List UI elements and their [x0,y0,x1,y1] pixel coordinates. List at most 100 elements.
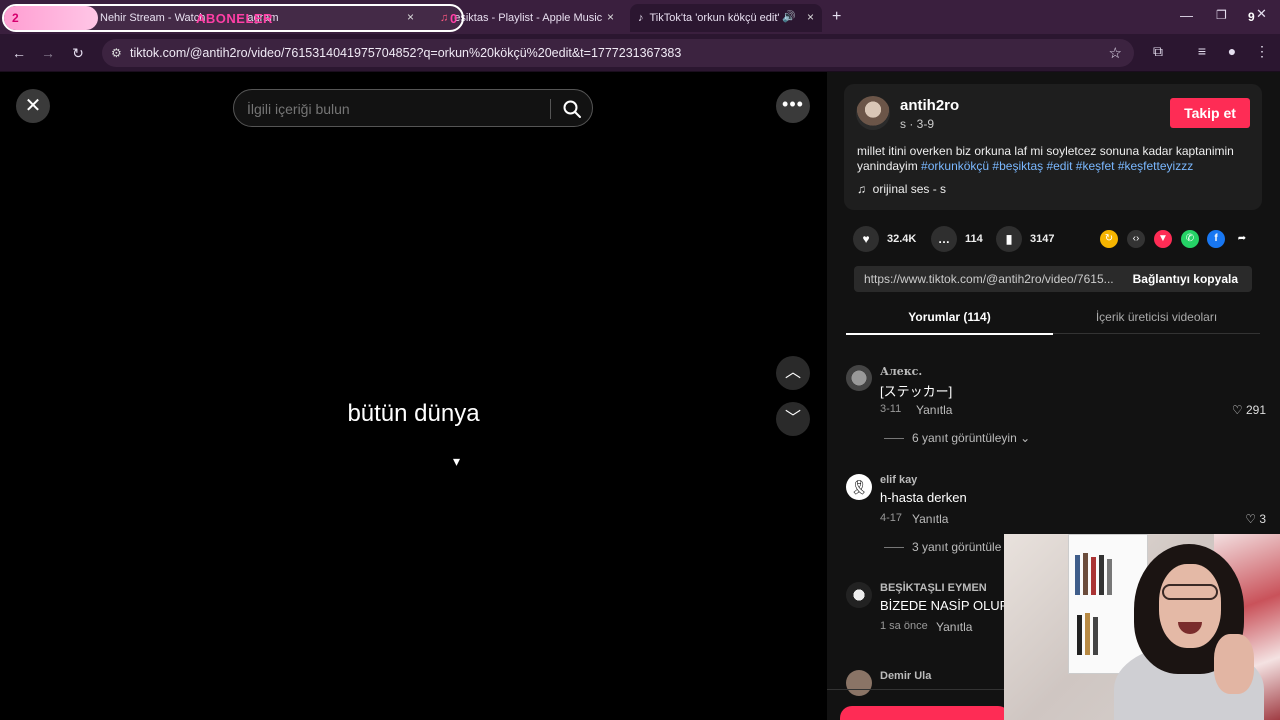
new-tab-button[interactable]: + [832,8,841,26]
commenter-avatar[interactable] [846,365,872,391]
comment-date: 1 sa önce [880,620,928,632]
comment-like[interactable]: ♡ 3 [1245,512,1266,526]
more-options-button[interactable]: ••• [776,89,810,123]
restore-icon[interactable]: ❐ [1216,8,1227,22]
post-info-card: antih2ro s · 3-9 Takip et millet itini o… [844,84,1262,210]
extensions-icon[interactable]: ⧉ [1148,43,1168,63]
video-caption: bütün dünya [347,400,480,427]
tab-title: TikTok'ta 'orkun kökçü edit' [649,12,780,24]
heart-icon[interactable]: ♥ [853,226,879,252]
comment-like-count: 291 [1245,403,1266,417]
video-player[interactable]: ✕ ••• bütün dünya ▾ ︿ ﹀ [0,72,827,720]
view-replies-label: 6 yanıt görüntüleyin [912,431,1017,445]
sound-name[interactable]: orijinal ses - s [873,182,946,196]
url-text[interactable]: tiktok.com/@antih2ro/video/7615314041975… [130,46,681,60]
comment-date: 4-17 [880,512,903,524]
previous-video-button[interactable]: ︿ [776,356,810,390]
tab-comments[interactable]: Yorumlar (114) [846,310,1053,324]
post-actions: ♥ 32.4K … 114 ▮ 3147 ↻ ‹› ▼ ✆ f ➦ [853,226,1263,252]
forward-icon[interactable]: → [37,42,59,64]
tab-creator-videos[interactable]: İçerik üreticisi videoları [1053,310,1260,324]
close-icon[interactable]: × [807,10,814,24]
tab-tiktok[interactable]: ♪ TikTok'ta 'orkun kökçü edit' 🔊 × [630,4,822,32]
comment-item: Алекс. [ステッカー] 3-11 Yanıtla ♡ 291 6 yanı… [846,365,1266,455]
streamer-hand [1214,634,1254,694]
reload-icon[interactable]: ↻ [67,42,89,64]
speaker-icon[interactable]: 🔊 [782,10,796,23]
comment-text: h-hasta derken [880,490,967,505]
view-replies-button[interactable]: 3 yanıt görüntüle [884,540,1001,554]
commenter-name[interactable]: Алекс. [880,365,922,378]
music-note-icon: ♫ [857,182,866,196]
tiktok-icon: ♪ [638,12,644,24]
related-search-box[interactable] [233,89,593,127]
streamer-face [1159,564,1221,648]
like-action[interactable]: ♥ 32.4K [853,226,916,252]
reply-button[interactable]: Yanıtla [912,512,948,526]
corner-counter: 9 [1248,10,1255,24]
back-icon[interactable]: ← [8,42,30,64]
commenter-name[interactable]: Demir Ula [880,670,931,682]
comment-text: BİZEDE NASİP OLUR İ [880,598,1017,613]
reply-button[interactable]: Yanıtla [936,620,972,634]
menu-icon[interactable]: ⋮ [1252,43,1272,63]
commenter-avatar[interactable] [846,670,872,696]
tab-title: esiktas - Playlist - Apple Music [454,12,603,24]
comment-like-count: 3 [1259,512,1266,526]
address-bar[interactable]: ⚙ tiktok.com/@antih2ro/video/76153140419… [102,39,1134,67]
media-controls-icon[interactable]: ≡ [1192,43,1212,63]
author-username[interactable]: antih2ro [900,97,959,114]
browser-toolbar: ← → ↻ ⚙ tiktok.com/@antih2ro/video/76153… [0,34,1280,72]
search-icon[interactable] [561,98,583,120]
close-icon[interactable]: × [607,10,614,24]
commenter-name[interactable]: BEŞİKTAŞLI EYMEN [880,582,987,594]
author-meta: s · 3-9 [900,117,935,131]
send-icon[interactable]: ▼ [1154,230,1172,248]
description-hashtags[interactable]: #orkunkökçü #beşiktaş #edit #keşfet #keş… [921,159,1193,173]
comment-text: [ステッカー] [880,384,953,399]
search-input[interactable] [247,101,537,117]
share-link-box: https://www.tiktok.com/@antih2ro/video/7… [854,266,1252,292]
minimize-icon[interactable]: — [1180,8,1193,23]
view-replies-button[interactable]: 6 yanıt görüntüleyin ⌄ [884,431,1030,445]
sound-link[interactable]: ♫ orijinal ses - s [857,182,946,196]
comment-icon[interactable]: … [931,226,957,252]
next-video-button[interactable]: ﹀ [776,402,810,436]
share-arrow-icon[interactable]: ➦ [1233,230,1251,248]
comment-submit-button[interactable] [840,706,1010,720]
site-info-icon[interactable]: ⚙ [111,46,122,60]
like-count: 32.4K [887,233,917,245]
stream-overlay-counter: 2 [4,6,98,30]
mouse-cursor: ▾ [453,453,461,469]
stream-overlay-label: ABONELER [196,11,273,26]
post-description: millet itini overken biz orkuna laf mi s… [857,144,1257,174]
follow-button[interactable]: Takip et [1170,98,1250,128]
comment-count: 114 [965,233,983,245]
reply-button[interactable]: Yanıtla [916,403,952,417]
save-action[interactable]: ▮ 3147 [996,226,1054,252]
embed-icon[interactable]: ‹› [1127,230,1145,248]
view-replies-label: 3 yanıt görüntüle [912,540,1002,554]
comment-date: 3-11 [880,403,902,415]
comment-action[interactable]: … 114 [931,226,983,252]
profile-avatar[interactable]: ● [1222,43,1242,63]
commenter-name[interactable]: elif kay [880,474,917,486]
commenter-avatar[interactable] [846,582,872,608]
chevron-down-icon: ⌄ [1020,431,1031,445]
browser-tab-bar: Nehir Stream - Watch agram × ♫ esiktas -… [0,0,1280,34]
streamer-glasses [1162,584,1218,600]
facebook-icon[interactable]: f [1207,230,1225,248]
author-avatar[interactable] [856,96,890,130]
whatsapp-icon[interactable]: ✆ [1181,230,1199,248]
webcam-overlay [1004,534,1280,720]
share-link-url[interactable]: https://www.tiktok.com/@antih2ro/video/7… [864,272,1120,286]
search-divider [550,99,551,119]
commenter-avatar[interactable]: 🎗 [846,474,872,500]
bookmark-icon[interactable]: ▮ [996,226,1022,252]
copy-link-button[interactable]: Bağlantıyı kopyala [1133,272,1238,286]
close-video-button[interactable]: ✕ [16,89,50,123]
bookmark-star-icon[interactable]: ☆ [1109,44,1122,62]
repost-icon[interactable]: ↻ [1100,230,1118,248]
comment-like[interactable]: ♡ 291 [1232,403,1266,417]
close-window-icon[interactable]: ✕ [1256,6,1267,22]
